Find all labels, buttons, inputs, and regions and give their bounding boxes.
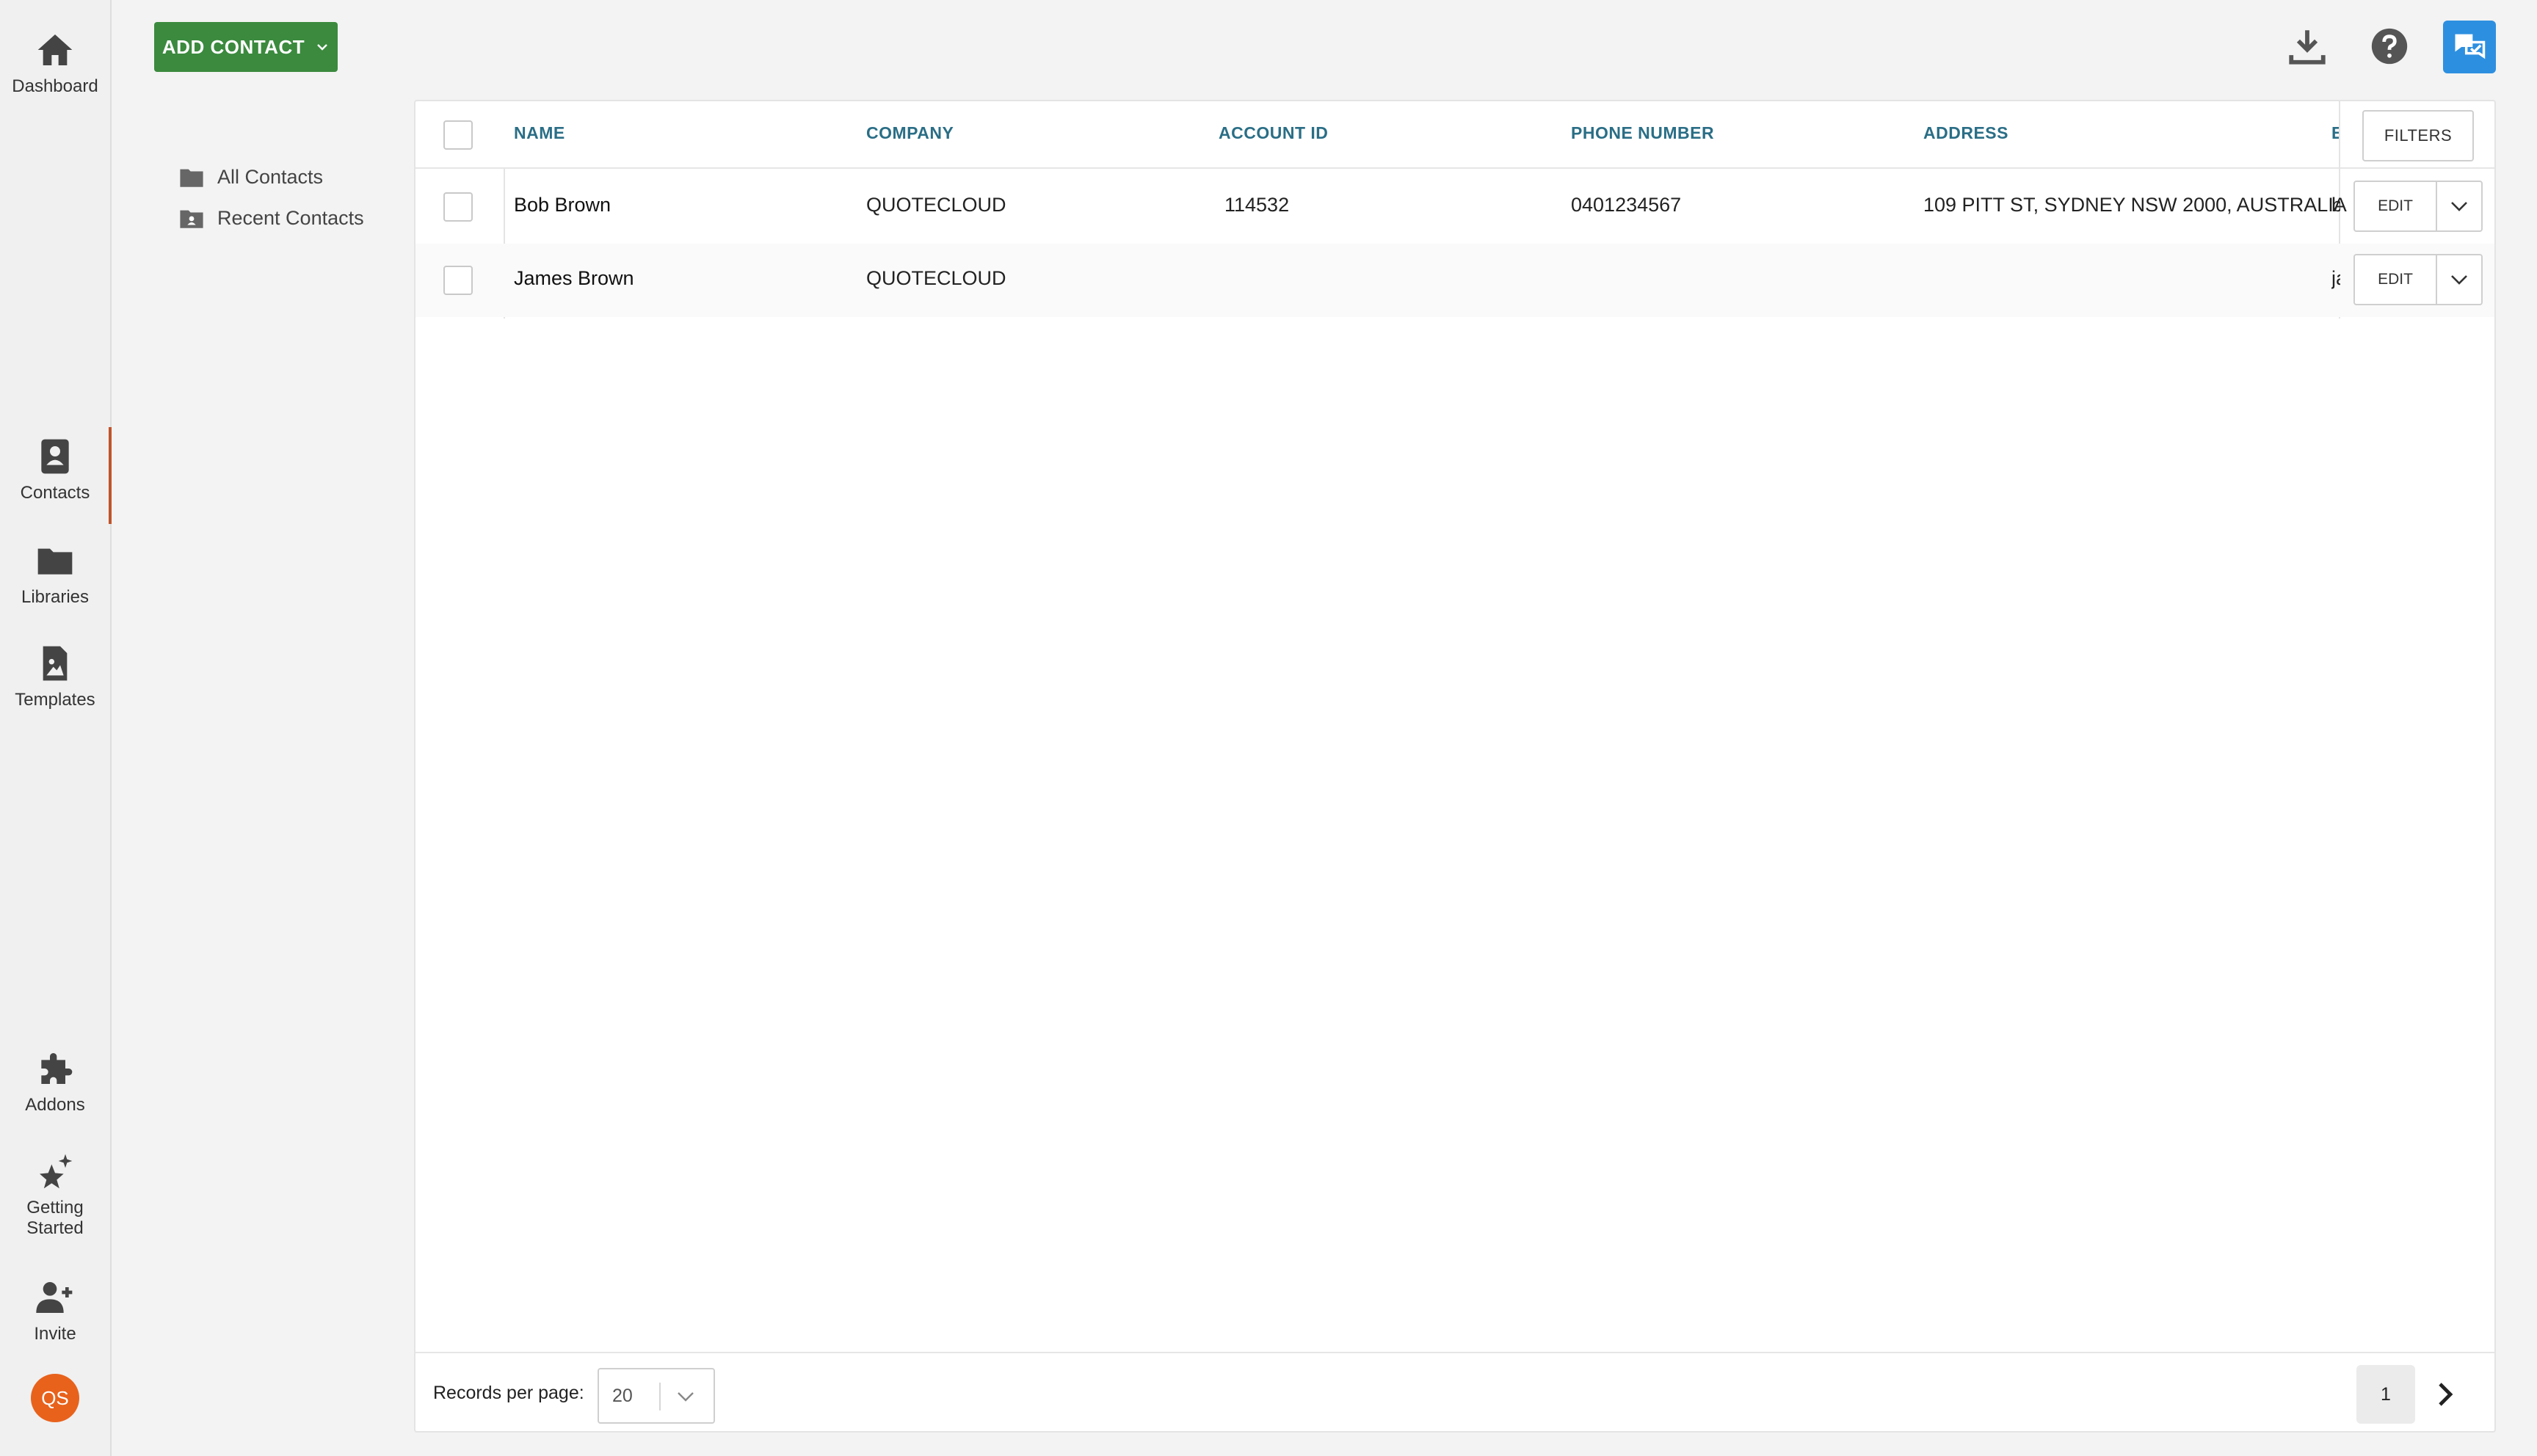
- nav-dashboard[interactable]: Dashboard: [0, 29, 110, 97]
- row-checkbox[interactable]: [443, 192, 473, 222]
- help-icon[interactable]: [2368, 25, 2411, 68]
- records-per-page-value: 20: [612, 1386, 633, 1406]
- table-row[interactable]: James Brown QUOTECLOUD ja EDIT: [415, 244, 2494, 317]
- select-divider: [659, 1383, 661, 1410]
- filters-button[interactable]: FILTERS: [2362, 110, 2474, 161]
- add-contact-button[interactable]: ADD CONTACT: [154, 22, 338, 72]
- cell-account-id: 114532: [1224, 194, 1290, 216]
- cell-company: QUOTECLOUD: [866, 194, 1006, 216]
- cell-email-clipped: b: [2331, 194, 2340, 219]
- records-per-page-label: Records per page:: [433, 1383, 584, 1403]
- nav-libraries[interactable]: Libraries: [0, 540, 110, 608]
- folder-recent-contacts-label: Recent Contacts: [217, 207, 364, 229]
- puzzle-icon: [41, 1053, 73, 1084]
- nav-contacts-label: Contacts: [20, 483, 90, 503]
- edit-menu-toggle[interactable]: [2437, 255, 2481, 304]
- nav-getting-started-label-2: Started: [26, 1218, 84, 1238]
- edit-button[interactable]: EDIT: [2355, 182, 2437, 230]
- nav-contacts[interactable]: Contacts: [0, 427, 112, 524]
- chevron-down-icon: [2451, 202, 2467, 211]
- col-phone-header[interactable]: PHONE NUMBER: [1571, 123, 1714, 143]
- nav-libraries-label: Libraries: [21, 587, 90, 607]
- app-root: Dashboard Contacts Libraries Templates A…: [0, 0, 2537, 1456]
- left-nav-rail: Dashboard Contacts Libraries Templates A…: [0, 0, 112, 1456]
- user-avatar[interactable]: QS: [31, 1374, 79, 1422]
- cell-email-clipped: ja: [2331, 267, 2340, 292]
- table-row[interactable]: Bob Brown QUOTECLOUD 114532 0401234567 1…: [415, 170, 2494, 244]
- cell-email: b: [2331, 194, 2340, 216]
- nav-templates[interactable]: Templates: [0, 643, 110, 710]
- add-user-icon: [36, 1282, 73, 1313]
- nav-addons[interactable]: Addons: [0, 1048, 110, 1115]
- col-company-header[interactable]: COMPANY: [866, 123, 954, 143]
- cell-phone: 0401234567: [1571, 194, 1682, 216]
- contacts-book-icon: [41, 439, 69, 474]
- nav-invite[interactable]: Invite: [0, 1277, 110, 1344]
- contacts-table-panel: NAME COMPANY ACCOUNT ID PHONE NUMBER ADD…: [414, 100, 2496, 1433]
- cell-company: QUOTECLOUD: [866, 267, 1006, 289]
- edit-split-button: EDIT: [2353, 254, 2483, 305]
- folder-user-icon: [180, 210, 203, 228]
- sparkle-star-icon: [40, 1154, 73, 1189]
- table-footer: Records per page: 20 1: [415, 1352, 2494, 1433]
- records-per-page-select[interactable]: 20: [598, 1368, 715, 1424]
- chevron-down-icon: [317, 44, 327, 51]
- col-address-header[interactable]: ADDRESS: [1923, 123, 2008, 143]
- support-chat-button[interactable]: [2443, 21, 2496, 73]
- nav-invite-label: Invite: [34, 1324, 76, 1344]
- download-icon[interactable]: [2286, 25, 2329, 68]
- home-icon: [37, 34, 73, 65]
- cell-name: Bob Brown: [514, 194, 611, 216]
- edit-button[interactable]: EDIT: [2355, 255, 2437, 304]
- select-all-checkbox[interactable]: [443, 120, 473, 150]
- folder-icon: [180, 169, 203, 187]
- chat-bubbles-icon: [2455, 34, 2486, 59]
- nav-dashboard-label: Dashboard: [12, 76, 98, 96]
- chevron-right-icon[interactable]: [2430, 1380, 2459, 1409]
- chevron-down-icon: [2451, 275, 2467, 285]
- nav-getting-started[interactable]: Getting Started: [0, 1151, 110, 1239]
- template-image-icon: [43, 646, 68, 681]
- page-number-button[interactable]: 1: [2356, 1365, 2415, 1424]
- add-contact-label: ADD CONTACT: [161, 35, 305, 58]
- nav-getting-started-label-1: Getting: [26, 1198, 84, 1217]
- col-account-id-header[interactable]: ACCOUNT ID: [1219, 123, 1328, 143]
- row-checkbox[interactable]: [443, 266, 473, 295]
- col-name-header[interactable]: NAME: [514, 123, 565, 143]
- cell-email: ja: [2331, 267, 2340, 289]
- edit-split-button: EDIT: [2353, 181, 2483, 232]
- folder-icon: [37, 548, 73, 575]
- folder-all-contacts-label: All Contacts: [217, 166, 324, 188]
- cell-address: 109 PITT ST, SYDNEY NSW 2000, AUSTRALIA: [1923, 194, 2347, 216]
- table-header: NAME COMPANY ACCOUNT ID PHONE NUMBER ADD…: [415, 101, 2494, 169]
- cell-name: James Brown: [514, 267, 634, 289]
- chevron-down-icon: [678, 1392, 694, 1402]
- edit-menu-toggle[interactable]: [2437, 182, 2481, 230]
- folder-all-contacts[interactable]: All Contacts: [179, 166, 323, 189]
- nav-addons-label: Addons: [25, 1095, 85, 1115]
- folder-recent-contacts[interactable]: Recent Contacts: [179, 207, 364, 230]
- nav-templates-label: Templates: [15, 690, 95, 710]
